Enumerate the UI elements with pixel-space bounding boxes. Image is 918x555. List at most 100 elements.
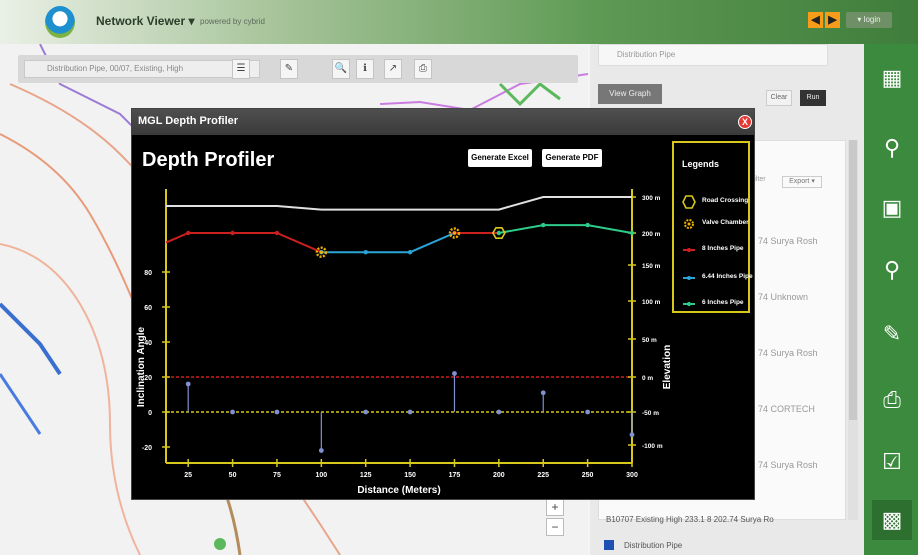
- measure-tool-button[interactable]: ↗: [384, 59, 402, 79]
- y-left-tick-label: 0: [148, 410, 152, 417]
- list-item[interactable]: B10707 Existing High 233.1 8 202.74 Sury…: [606, 515, 774, 524]
- list-item[interactable]: 74 Surya Rosh: [758, 348, 818, 358]
- x-tick-label: 200: [493, 472, 505, 479]
- pipe-point: [407, 250, 413, 255]
- y-right-tick-label: 200 m: [642, 231, 661, 238]
- depth-profiler-modal: MGL Depth Profiler X Depth Profiler Gene…: [131, 108, 755, 500]
- arrow-left-icon[interactable]: ◀: [808, 12, 823, 28]
- line-icon: [683, 248, 695, 252]
- inclination-point: [318, 448, 324, 453]
- list-item[interactable]: 74 Surya Rosh: [758, 236, 818, 246]
- y-left-tick-label: 80: [144, 270, 152, 277]
- app-title[interactable]: Network Viewer ▾: [96, 14, 195, 28]
- zoom-out-button[interactable]: −: [546, 518, 564, 536]
- pipe-point: [185, 230, 191, 236]
- x-tick-label: 125: [360, 472, 372, 479]
- panel-search-input[interactable]: Distribution Pipe: [598, 44, 828, 66]
- legend-item: 6 Inches Pipe: [682, 297, 750, 311]
- view-graph-button[interactable]: View Graph: [598, 84, 662, 104]
- y-right-tick-label: 150 m: [642, 263, 661, 270]
- legend-item: Valve Chamber: [682, 217, 750, 231]
- pipe-point: [629, 230, 635, 236]
- map-search-input[interactable]: Distribution Pipe, 00/07, Existing, High: [24, 60, 260, 78]
- chart-icon[interactable]: ▩: [872, 500, 912, 540]
- layer-select-button[interactable]: ☰: [232, 59, 250, 79]
- nav-arrows[interactable]: ◀ ▶: [808, 12, 840, 28]
- close-button[interactable]: X: [738, 115, 752, 129]
- legend-item: 8 Inches Pipe: [682, 243, 750, 257]
- export-button[interactable]: Export ▾: [782, 176, 822, 188]
- x-tick-label: 175: [449, 472, 461, 479]
- x-tick-label: 100: [315, 472, 327, 479]
- pipe-point: [541, 222, 546, 228]
- inclination-point: [407, 409, 413, 415]
- list-item[interactable]: Distribution Pipe: [624, 541, 682, 550]
- valve-chamber-marker-core: [319, 250, 323, 254]
- inclination-point: [363, 409, 369, 415]
- line-icon: [683, 276, 695, 280]
- app-subtitle: powered by cybrid: [200, 17, 265, 26]
- print-icon[interactable]: ⎙: [872, 380, 912, 420]
- inclination-point: [585, 409, 591, 415]
- arrow-right-icon[interactable]: ▶: [825, 12, 840, 28]
- x-tick-label: 50: [229, 472, 237, 479]
- clear-button[interactable]: Clear: [766, 90, 792, 106]
- top-bar: Network Viewer ▾ powered by cybrid ◀ ▶ ▾…: [0, 0, 918, 44]
- valve-chamber-marker-core: [452, 231, 457, 235]
- zoom-tool-button[interactable]: 🔍: [332, 59, 350, 79]
- report-icon[interactable]: ▦: [872, 58, 912, 98]
- inclination-point: [496, 409, 502, 415]
- checkbox-icon[interactable]: ☑: [872, 442, 912, 482]
- pipe-type-icon: [604, 540, 614, 550]
- inclination-point: [185, 381, 191, 387]
- x-tick-label: 225: [537, 472, 549, 479]
- pipe-series-line: [498, 224, 633, 234]
- y-right-tick-label: 50 m: [642, 337, 657, 344]
- draw-tool-button[interactable]: ✎: [280, 59, 298, 79]
- legend-label: 6 Inches Pipe: [702, 299, 744, 306]
- search-icon[interactable]: ⚲: [872, 128, 912, 168]
- y-left-tick-label: 60: [144, 305, 152, 312]
- app-logo: [45, 6, 75, 38]
- cube-icon[interactable]: ▣: [872, 188, 912, 228]
- inclination-point: [230, 409, 235, 415]
- pipe-point: [363, 250, 368, 255]
- print-tool-button[interactable]: ⎙: [414, 59, 432, 79]
- pipe-point: [274, 230, 280, 236]
- list-item[interactable]: 74 Surya Rosh: [758, 460, 818, 470]
- y-left-axis-label: Inclination Angle: [136, 326, 147, 407]
- run-button[interactable]: Run: [800, 90, 826, 106]
- tool-rail: ▦ ⚲ ▣ ⚲ ✎ ⎙ ☑ ▩: [864, 44, 918, 555]
- x-tick-label: 250: [582, 472, 594, 479]
- y-right-tick-label: -100 m: [642, 443, 663, 450]
- ground-profile-line: [166, 196, 632, 211]
- legend-label: 8 Inches Pipe: [702, 245, 744, 252]
- info-tool-button[interactable]: ℹ: [356, 59, 374, 79]
- line-icon: [683, 302, 695, 306]
- edit-icon[interactable]: ✎: [872, 314, 912, 354]
- legend-item: 6.44 Inches Pipe: [682, 271, 753, 285]
- app-root: Network Viewer ▾ powered by cybrid ◀ ▶ ▾…: [0, 0, 918, 555]
- x-tick-label: 75: [273, 472, 281, 479]
- y-right-tick-label: -50 m: [642, 410, 659, 417]
- list-item[interactable]: 74 CORTECH: [758, 404, 815, 414]
- x-tick-label: 150: [404, 472, 416, 479]
- inclination-point: [540, 390, 546, 396]
- user-menu-button[interactable]: ▾ login: [846, 12, 892, 28]
- legend-label: Road Crossing: [702, 197, 749, 204]
- location-icon[interactable]: ⚲: [872, 250, 912, 290]
- y-right-tick-label: 100 m: [642, 299, 661, 306]
- chart-legend: Legends Road Crossing Valve Chamber 8 In…: [672, 141, 753, 313]
- x-axis-label: Distance (Meters): [357, 485, 440, 496]
- pipe-point: [230, 230, 235, 236]
- pipe-point: [585, 222, 590, 228]
- y-right-axis-label: Elevation: [662, 345, 672, 389]
- y-right-tick-label: 0 m: [642, 375, 653, 382]
- panel-scroll-thumb[interactable]: [849, 140, 857, 420]
- pipe-point: [496, 230, 502, 236]
- x-tick-label: 25: [184, 472, 192, 479]
- list-item[interactable]: 74 Unknown: [758, 292, 808, 302]
- inclination-point: [274, 409, 280, 415]
- inclination-point: [629, 432, 635, 438]
- inclination-point: [452, 371, 457, 376]
